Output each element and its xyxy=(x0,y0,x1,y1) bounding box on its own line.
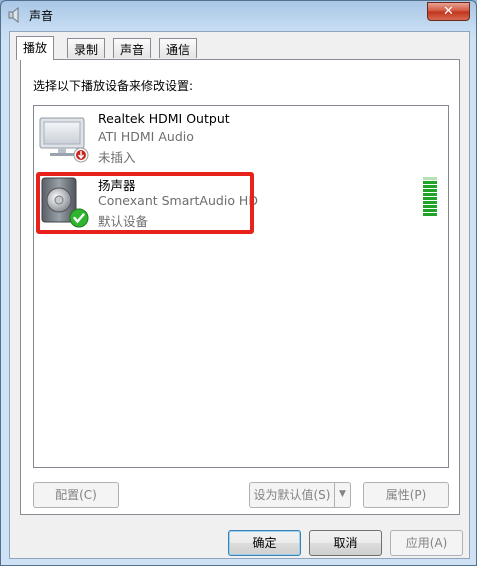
properties-button[interactable]: 属性(P) xyxy=(363,482,449,508)
tab-sounds[interactable]: 声音 xyxy=(113,38,152,58)
device-driver: ATI HDMI Audio xyxy=(98,129,194,144)
set-default-label: 设为默认值(S) xyxy=(253,488,331,502)
meter-segment xyxy=(423,213,437,216)
configure-button[interactable]: 配置(C) xyxy=(33,482,119,508)
tab-recording[interactable]: 录制 xyxy=(67,38,106,58)
meter-segment xyxy=(423,181,437,184)
playback-panel: 选择以下播放设备来修改设置: Realtek HDMI Output ATI H… xyxy=(20,59,460,515)
meter-segment xyxy=(423,177,437,180)
tab-communications[interactable]: 通信 xyxy=(159,38,198,58)
meter-segment xyxy=(423,189,437,192)
playback-device-list[interactable]: Realtek HDMI Output ATI HDMI Audio 未插入 扬… xyxy=(33,105,449,468)
device-item-hdmi[interactable]: Realtek HDMI Output ATI HDMI Audio 未插入 xyxy=(34,108,448,170)
meter-segment xyxy=(423,197,437,200)
red-highlight-box xyxy=(36,172,254,234)
meter-segment xyxy=(423,185,437,188)
meter-segment xyxy=(423,193,437,196)
cancel-button[interactable]: 取消 xyxy=(309,530,382,556)
device-status: 未插入 xyxy=(98,150,136,165)
sound-dialog-window: 声音 ✕ 播放 录制 声音 通信 选择以下播放设备来修改设置: Realtek … xyxy=(0,0,477,566)
window-title: 声音 xyxy=(29,9,54,23)
apply-button[interactable]: 应用(A) xyxy=(390,530,463,556)
instruction-text: 选择以下播放设备来修改设置: xyxy=(33,79,194,93)
tab-playback[interactable]: 播放 xyxy=(16,36,55,60)
monitor-icon xyxy=(39,117,89,163)
set-default-dropdown-arrow[interactable]: ▼ xyxy=(334,483,350,507)
speaker-app-icon xyxy=(8,7,19,23)
ok-button[interactable]: 确定 xyxy=(228,530,301,556)
volume-level-meter xyxy=(423,177,437,217)
title-bar[interactable]: 声音 ✕ xyxy=(1,1,476,29)
unplugged-badge-icon xyxy=(73,147,89,163)
meter-segment xyxy=(423,205,437,208)
close-button[interactable]: ✕ xyxy=(427,2,470,21)
set-default-button[interactable]: 设为默认值(S) ▼ xyxy=(249,482,351,508)
meter-segment xyxy=(423,209,437,212)
dialog-body: 播放 录制 声音 通信 选择以下播放设备来修改设置: Realtek HDMI … xyxy=(9,31,470,559)
device-name: Realtek HDMI Output xyxy=(98,111,230,126)
meter-segment xyxy=(423,201,437,204)
